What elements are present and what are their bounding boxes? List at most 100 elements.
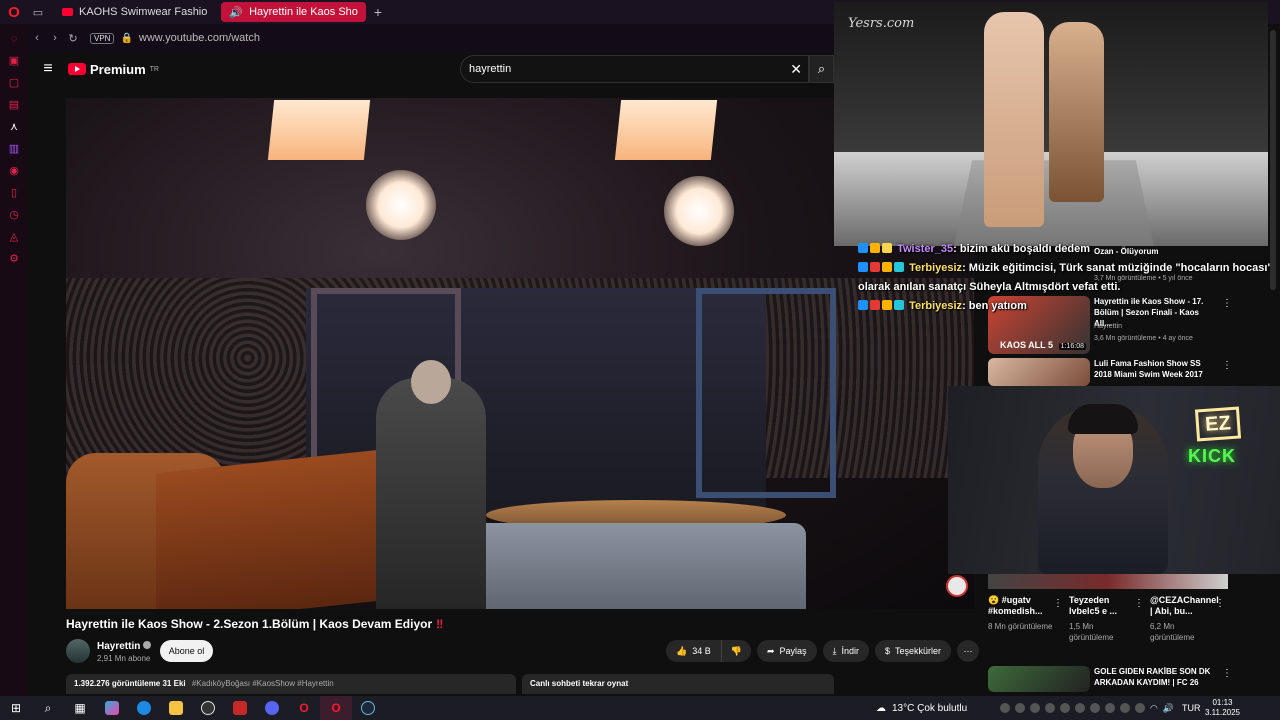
whatsapp-icon[interactable]: ▤ xyxy=(7,98,21,112)
chat-badge-icon xyxy=(858,262,868,272)
chat-badge-icon xyxy=(870,243,880,253)
short-more-icon[interactable]: ⋮ xyxy=(1053,598,1063,609)
extensions-icon[interactable]: ◬ xyxy=(7,230,21,244)
thanks-button[interactable]: $ Teşekkürler xyxy=(875,640,952,662)
bookmarks-icon[interactable]: ▯ xyxy=(7,186,21,200)
steam-icon[interactable] xyxy=(352,696,384,720)
tray-icon[interactable] xyxy=(1105,703,1115,713)
shorts-thumbnail-strip[interactable] xyxy=(988,574,1228,589)
tab-menu-icon[interactable]: ▭ xyxy=(28,0,48,24)
aria-icon[interactable]: ◌ xyxy=(7,32,21,46)
tray-icon[interactable] xyxy=(1090,703,1100,713)
more-actions-button[interactable]: ⋯ xyxy=(957,640,980,662)
tab-hayrettin[interactable]: 🔊 Hayrettin ile Kaos Sho xyxy=(221,2,366,22)
edge-icon[interactable] xyxy=(128,696,160,720)
twitch-icon[interactable]: ▥ xyxy=(7,142,21,156)
search-icon[interactable]: ⌕ xyxy=(32,696,64,720)
thumbnail-text: KAOS ALL 5 xyxy=(1000,340,1054,350)
overlay-model xyxy=(984,12,1044,227)
new-tab-button[interactable]: + xyxy=(374,4,382,20)
menu-icon[interactable]: ≡ xyxy=(28,60,68,78)
copilot-icon[interactable] xyxy=(96,696,128,720)
weather-text: 13°C Çok bulutlu xyxy=(892,702,968,714)
short-item[interactable]: @CEZAChannel | Abi, bu... 6,2 Mn görüntü… xyxy=(1150,595,1219,642)
short-item[interactable]: 😮 #ugatv #komedish... 8 Mn görüntüleme xyxy=(988,595,1053,631)
clock[interactable]: 01:13 3.11.2025 xyxy=(1205,698,1240,718)
tray-icon[interactable] xyxy=(1000,703,1010,713)
youtube-favicon-icon xyxy=(62,8,73,16)
discord-icon[interactable] xyxy=(256,696,288,720)
views-date: 1.392.276 görüntüleme 31 Eki xyxy=(74,679,186,688)
dislike-button[interactable]: 👎 xyxy=(721,640,751,662)
download-button[interactable]: ⤓ İndir xyxy=(822,640,870,662)
thanks-icon: $ xyxy=(885,646,891,656)
tab-kaohs[interactable]: KAOHS Swimwear Fashio xyxy=(54,2,215,22)
reload-icon[interactable]: ↻ xyxy=(64,32,82,45)
short-item[interactable]: Teyzeden lvbelc5 e ... 1,5 Mn görüntülem… xyxy=(1069,595,1134,642)
task-view-icon[interactable]: ▦ xyxy=(64,696,96,720)
short-more-icon[interactable]: ⋮ xyxy=(1134,598,1144,609)
more-options-icon[interactable]: ⋮ xyxy=(1222,668,1232,679)
clock-date: 3.11.2025 xyxy=(1205,708,1240,717)
language-indicator[interactable]: TUR xyxy=(1182,703,1201,713)
cloud-icon: ☁ xyxy=(876,702,886,714)
search-button[interactable]: ⌕ xyxy=(809,55,834,83)
wifi-icon[interactable]: ◠ xyxy=(1150,703,1158,714)
channel-name[interactable]: Hayrettin xyxy=(97,641,152,652)
file-explorer-icon[interactable] xyxy=(160,696,192,720)
tray-icon[interactable] xyxy=(1045,703,1055,713)
more-options-icon[interactable]: ⋮ xyxy=(1222,360,1232,371)
tray-icon[interactable] xyxy=(1135,703,1145,713)
logo-text: Premium xyxy=(90,61,146,77)
youtube-logo[interactable]: Premium TR xyxy=(68,62,159,77)
hashtags[interactable]: #KadıköyBoğası #KaosShow #Hayrettin xyxy=(192,679,334,688)
channel-avatar[interactable] xyxy=(66,639,90,663)
messenger-icon[interactable]: ▢ xyxy=(7,76,21,90)
short-views: 1,5 Mn görüntüleme xyxy=(1069,622,1114,642)
obs-icon[interactable] xyxy=(192,696,224,720)
chat-replay-button[interactable]: Canlı sohbeti tekrar oynat xyxy=(522,674,834,694)
chat-badge-icon xyxy=(858,243,868,253)
overlay-stream-video: Yesrs.com xyxy=(834,2,1268,246)
page-scrollbar[interactable] xyxy=(1270,30,1276,290)
video-title: Hayrettin ile Kaos Show - 2.Sezon 1.Bölü… xyxy=(66,617,443,631)
vpn-icon[interactable]: ⋏ xyxy=(7,120,21,134)
recommendation-thumbnail[interactable] xyxy=(988,666,1090,692)
forward-icon[interactable]: › xyxy=(46,32,64,44)
description-box[interactable]: 1.392.276 görüntüleme 31 Eki #KadıköyBoğ… xyxy=(66,674,516,694)
clear-search-icon[interactable]: ✕ xyxy=(790,61,802,78)
thanks-label: Teşekkürler xyxy=(895,646,942,656)
history-icon[interactable]: ◷ xyxy=(7,208,21,222)
like-button[interactable]: 👍 34 B xyxy=(666,640,722,662)
tray-icon[interactable] xyxy=(1060,703,1070,713)
app-red-icon[interactable] xyxy=(224,696,256,720)
short-more-icon[interactable]: ⋮ xyxy=(1215,598,1225,609)
subscribe-button[interactable]: Abone ol xyxy=(160,640,213,662)
tray-icon[interactable] xyxy=(1030,703,1040,713)
volume-icon[interactable]: 🔊 xyxy=(1163,703,1174,714)
download-label: İndir xyxy=(841,646,860,656)
opera-gx-icon[interactable]: O xyxy=(320,696,352,720)
search-input[interactable]: hayrettin ✕ xyxy=(460,55,809,83)
player-icon[interactable]: ◉ xyxy=(7,164,21,178)
url-field[interactable]: www.youtube.com/watch xyxy=(139,32,260,44)
short-title: @CEZAChannel | Abi, bu... xyxy=(1150,595,1219,616)
overlay-watermark: Yesrs.com xyxy=(848,16,915,31)
channel-watermark-icon[interactable] xyxy=(946,575,968,597)
chat-username: Terbiyesiz xyxy=(909,262,963,274)
settings-icon[interactable]: ⚙ xyxy=(7,252,21,266)
video-frame-cage-right xyxy=(696,288,836,498)
tray-icon[interactable] xyxy=(1075,703,1085,713)
back-icon[interactable]: ‹ xyxy=(28,32,46,44)
vpn-badge[interactable]: VPN xyxy=(90,32,115,44)
tray-icon[interactable] xyxy=(1120,703,1130,713)
weather-widget[interactable]: ☁ 13°C Çok bulutlu xyxy=(876,696,967,720)
neon-sign-kick: KICK xyxy=(1188,446,1236,466)
opera-logo-icon[interactable]: O xyxy=(0,0,28,24)
share-button[interactable]: ➦ Paylaş xyxy=(756,640,817,662)
tray-icon[interactable] xyxy=(1015,703,1025,713)
recommendation-thumbnail[interactable] xyxy=(988,358,1090,386)
start-icon[interactable]: ⊞ xyxy=(0,696,32,720)
bag-icon[interactable]: ▣ xyxy=(7,54,21,68)
opera-icon[interactable]: O xyxy=(288,696,320,720)
